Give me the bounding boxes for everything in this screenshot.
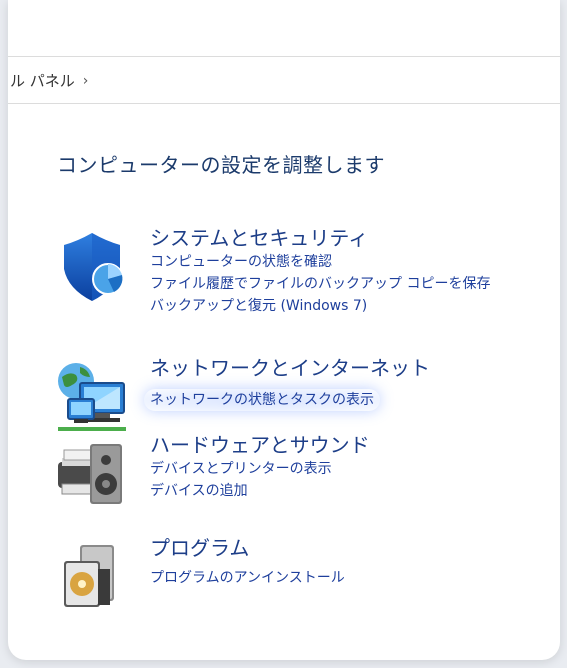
- category-title-system-security[interactable]: システムとセキュリティ: [150, 225, 490, 251]
- category-title-network-internet[interactable]: ネットワークとインターネット: [150, 355, 430, 381]
- network-icon[interactable]: [54, 359, 130, 435]
- link-add-device[interactable]: デバイスの追加: [150, 480, 370, 502]
- page-title: コンピューターの設定を調整します: [57, 153, 385, 177]
- shield-icon[interactable]: [54, 229, 130, 305]
- address-bar[interactable]: ル パネル ›: [8, 57, 560, 104]
- link-backup-restore[interactable]: バックアップと復元 (Windows 7): [150, 295, 490, 317]
- category-title-hardware-sound[interactable]: ハードウェアとサウンド: [150, 432, 370, 458]
- programs-icon[interactable]: [54, 539, 130, 615]
- link-file-history-backup[interactable]: ファイル履歴でファイルのバックアップ コピーを保存: [150, 273, 490, 295]
- title-bar: [8, 0, 560, 57]
- breadcrumb-control-panel[interactable]: ル パネル: [10, 70, 75, 91]
- printer-speaker-icon[interactable]: [54, 436, 130, 512]
- link-view-network-status[interactable]: ネットワークの状態とタスクの表示: [144, 389, 380, 411]
- link-devices-printers[interactable]: デバイスとプリンターの表示: [150, 458, 370, 480]
- link-check-computer-status[interactable]: コンピューターの状態を確認: [150, 251, 490, 273]
- category-title-programs[interactable]: プログラム: [150, 535, 345, 561]
- breadcrumb: ル パネル ›: [10, 70, 88, 91]
- link-uninstall-program[interactable]: プログラムのアンインストール: [150, 567, 345, 589]
- control-panel-window: ル パネル › コンピューターの設定を調整します システムとセキュリティ コンピ…: [8, 0, 560, 660]
- breadcrumb-separator[interactable]: ›: [83, 73, 89, 89]
